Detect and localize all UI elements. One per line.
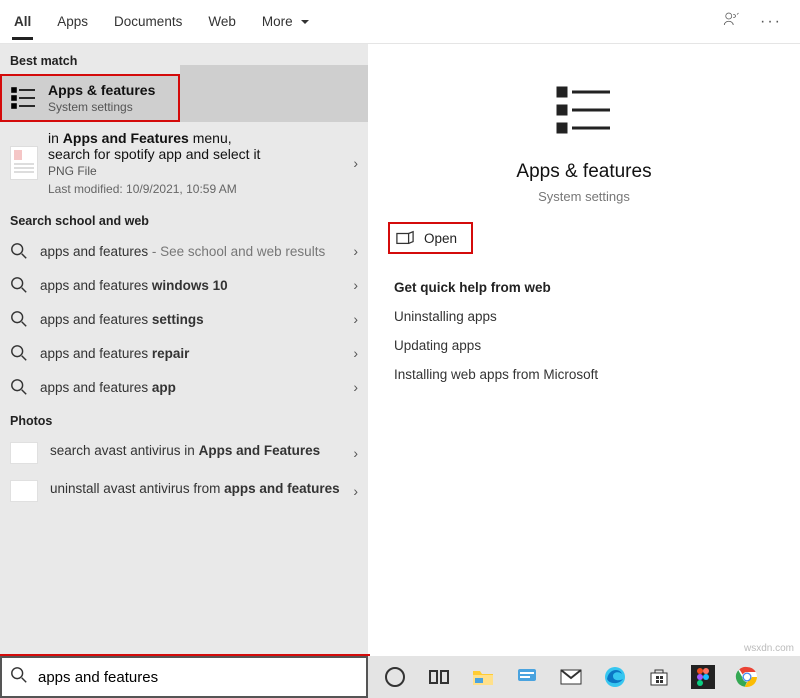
- tab-documents[interactable]: Documents: [112, 4, 184, 40]
- quick-link-updating[interactable]: Updating apps: [394, 338, 774, 353]
- task-view-icon[interactable]: [426, 664, 452, 690]
- result-apps-and-features[interactable]: Apps & features System settings: [0, 74, 180, 122]
- photo-result-0[interactable]: search avast antivirus in Apps and Featu…: [0, 434, 368, 472]
- taskbar: [368, 656, 800, 698]
- chevron-right-icon[interactable]: ›: [353, 155, 358, 171]
- tab-web[interactable]: Web: [206, 4, 238, 40]
- quick-help-header: Get quick help from web: [394, 280, 774, 295]
- search-icon: [10, 310, 28, 328]
- feedback-icon[interactable]: [722, 10, 740, 33]
- photo-text: search avast antivirus in Apps and Featu…: [50, 442, 320, 460]
- tab-more-label: More: [262, 14, 293, 29]
- web-query: apps and features settings: [40, 312, 204, 327]
- web-result-0[interactable]: apps and features - See school and web r…: [0, 234, 368, 268]
- web-result-4[interactable]: apps and features app ›: [0, 370, 368, 404]
- file-thumbnail-icon: [10, 146, 38, 180]
- file-line2: search for spotify app and select it: [48, 146, 260, 162]
- photo-thumbnail-icon: [10, 442, 38, 464]
- search-header: All Apps Documents Web More ···: [0, 0, 800, 44]
- web-result-1[interactable]: apps and features windows 10 ›: [0, 268, 368, 302]
- tab-all[interactable]: All: [12, 4, 33, 40]
- search-bar[interactable]: [0, 656, 368, 698]
- chevron-right-icon[interactable]: ›: [353, 345, 358, 361]
- preview-subtitle: System settings: [368, 189, 800, 204]
- filter-tabs: All Apps Documents Web More: [12, 4, 722, 40]
- preview-panel: Apps & features System settings Open Get…: [368, 44, 800, 656]
- result-title: Apps & features: [48, 82, 155, 98]
- chevron-right-icon[interactable]: ›: [353, 243, 358, 259]
- search-icon: [10, 242, 28, 260]
- result-subtitle: System settings: [48, 100, 155, 114]
- photos-label: Photos: [0, 404, 368, 434]
- open-row: Open: [368, 216, 800, 260]
- search-icon: [10, 666, 28, 689]
- edge-icon[interactable]: [602, 664, 628, 690]
- results-panel: Best match Apps & features System settin…: [0, 44, 368, 656]
- file-line-pre: in: [48, 130, 63, 146]
- mail-icon[interactable]: [558, 664, 584, 690]
- settings-list-icon: [10, 84, 38, 112]
- apps-features-icon: [368, 78, 800, 147]
- file-modified: Last modified: 10/9/2021, 10:59 AM: [48, 182, 343, 196]
- search-icon: [10, 344, 28, 362]
- chevron-right-icon[interactable]: ›: [353, 277, 358, 293]
- store-icon[interactable]: [646, 664, 672, 690]
- feedback-hub-icon[interactable]: [514, 664, 540, 690]
- file-explorer-icon[interactable]: [470, 664, 496, 690]
- result-text: in Apps and Features menu, search for sp…: [48, 130, 343, 196]
- web-result-3[interactable]: apps and features repair ›: [0, 336, 368, 370]
- chevron-right-icon[interactable]: ›: [353, 483, 358, 499]
- tab-apps[interactable]: Apps: [55, 4, 90, 40]
- file-type: PNG File: [48, 164, 343, 178]
- preview-hero: Apps & features System settings: [368, 44, 800, 216]
- cortana-icon[interactable]: [382, 664, 408, 690]
- quick-help: Get quick help from web Uninstalling app…: [368, 260, 800, 382]
- open-icon: [396, 230, 414, 246]
- quick-link-webapps[interactable]: Installing web apps from Microsoft: [394, 367, 774, 382]
- tab-more[interactable]: More: [260, 4, 313, 40]
- header-actions: ···: [722, 10, 788, 33]
- chevron-right-icon[interactable]: ›: [353, 379, 358, 395]
- search-icon: [10, 276, 28, 294]
- figma-icon[interactable]: [690, 664, 716, 690]
- search-icon: [10, 378, 28, 396]
- chevron-right-icon[interactable]: ›: [353, 311, 358, 327]
- result-text: Apps & features System settings: [48, 82, 155, 114]
- more-options-icon[interactable]: ···: [760, 13, 782, 31]
- quick-link-uninstalling[interactable]: Uninstalling apps: [394, 309, 774, 324]
- photo-result-1[interactable]: uninstall avast antivirus from apps and …: [0, 472, 368, 510]
- web-query: apps and features - See school and web r…: [40, 244, 325, 259]
- photo-thumbnail-icon: [10, 480, 38, 502]
- open-button[interactable]: Open: [390, 224, 471, 252]
- file-line-bold: Apps and Features: [63, 130, 189, 146]
- caret-down-icon: [296, 14, 310, 29]
- search-web-label: Search school and web: [0, 204, 368, 234]
- search-input[interactable]: [36, 668, 358, 687]
- web-result-2[interactable]: apps and features settings ›: [0, 302, 368, 336]
- preview-title: Apps & features: [368, 161, 800, 183]
- web-query: apps and features windows 10: [40, 278, 228, 293]
- web-query: apps and features repair: [40, 346, 189, 361]
- watermark: wsxdn.com: [744, 643, 794, 654]
- web-query: apps and features app: [40, 380, 176, 395]
- photo-text: uninstall avast antivirus from apps and …: [50, 480, 340, 498]
- chrome-icon[interactable]: [734, 664, 760, 690]
- file-line-post: menu,: [189, 130, 232, 146]
- open-label: Open: [424, 231, 457, 246]
- chevron-right-icon[interactable]: ›: [353, 445, 358, 461]
- result-file-png[interactable]: in Apps and Features menu, search for sp…: [0, 122, 368, 204]
